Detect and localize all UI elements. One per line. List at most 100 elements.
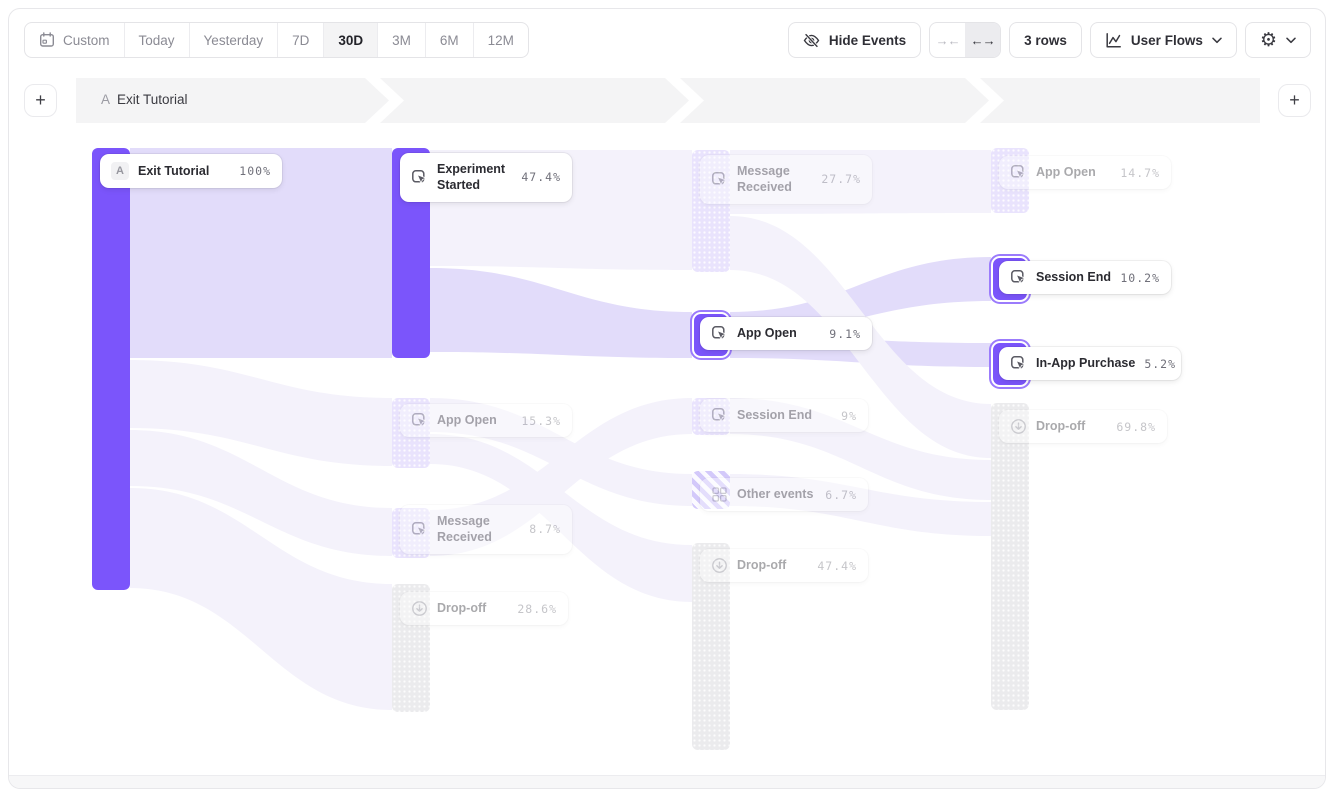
flow-node-card-other-events-step3[interactable]: Other events 6.7% — [700, 478, 868, 511]
flow-node-percentage: 15.3% — [521, 414, 561, 428]
flow-node-label: Message Received — [737, 163, 812, 196]
event-icon — [711, 171, 728, 188]
plus-icon: + — [1289, 90, 1300, 111]
gear-icon: ⚙ — [1260, 31, 1277, 50]
flow-node-card-app-open-step4[interactable]: App Open 14.7% — [999, 156, 1171, 189]
chevron-down-icon — [1286, 37, 1296, 44]
flow-node-label: Drop-off — [737, 557, 786, 573]
flow-node-label: In-App Purchase — [1036, 355, 1135, 371]
chevron-down-icon — [1212, 37, 1222, 44]
flow-node-card-drop-off-step2[interactable]: Drop-off 28.6% — [400, 592, 568, 625]
event-series-badge: A — [111, 162, 129, 180]
flows-chart-icon — [1105, 32, 1122, 49]
eye-off-icon — [803, 32, 820, 49]
date-range-7d[interactable]: 7D — [278, 23, 324, 57]
flow-node-card-drop-off-step3[interactable]: Drop-off 47.4% — [700, 549, 868, 582]
calendar-icon — [39, 32, 55, 48]
step-name: Exit Tutorial — [117, 92, 188, 107]
plus-icon: + — [35, 90, 46, 111]
flow-node-card-app-open-step3[interactable]: App Open 9.1% — [700, 317, 872, 350]
event-icon — [1010, 269, 1027, 286]
flow-node-card-message-received-step2[interactable]: Message Received 8.7% — [400, 505, 572, 554]
date-range-label: 30D — [338, 33, 363, 48]
flow-node-label: Session End — [737, 407, 812, 423]
dropoff-icon — [711, 557, 728, 574]
date-range-yesterday[interactable]: Yesterday — [190, 23, 279, 57]
hide-events-label: Hide Events — [829, 33, 906, 48]
flow-node-card-exit-tutorial[interactable]: AExit Tutorial100% — [100, 154, 282, 188]
event-icon — [1010, 164, 1027, 181]
flow-node-percentage: 69.8% — [1116, 420, 1156, 434]
date-range-label: Custom — [63, 33, 110, 48]
flow-node-card-app-open-step2[interactable]: App Open15.3% — [400, 404, 572, 437]
flow-node-percentage: 14.7% — [1120, 166, 1160, 180]
flow-node-percentage: 47.4% — [817, 559, 857, 573]
view-selector-dropdown[interactable]: User Flows — [1090, 22, 1237, 58]
event-icon — [1010, 355, 1027, 372]
flow-node-percentage: 8.7% — [529, 522, 561, 536]
flow-bar-exit-tutorial[interactable] — [92, 148, 130, 590]
expand-columns-button[interactable]: ←→ — [965, 23, 1000, 57]
date-range-label: Today — [139, 33, 175, 48]
date-range-label: Yesterday — [204, 33, 264, 48]
flow-step-header-band[interactable]: A Exit Tutorial — [76, 78, 1260, 123]
toolbar-right-tools: Hide Events →← ←→ 3 rows User Flows ⚙ — [788, 22, 1311, 58]
sankey-link-solid — [430, 268, 692, 358]
date-range-label: 3M — [392, 33, 411, 48]
date-range-label: 6M — [440, 33, 459, 48]
date-range-custom[interactable]: Custom — [25, 23, 125, 57]
flow-node-label: Message Received — [437, 513, 520, 546]
date-range-6m[interactable]: 6M — [426, 23, 474, 57]
flow-node-card-experiment-started[interactable]: Experiment Started 47.4% — [400, 153, 572, 202]
settings-dropdown[interactable]: ⚙ — [1245, 22, 1311, 58]
rows-label: 3 rows — [1024, 33, 1067, 48]
flow-node-card-in-app-purchase-step4[interactable]: In-App Purchase 5.2% — [999, 347, 1181, 380]
flow-node-label: Session End — [1036, 269, 1111, 285]
date-range-12m[interactable]: 12M — [474, 23, 528, 57]
flow-node-card-message-received-step3[interactable]: Message Received 27.7% — [700, 155, 872, 204]
flow-node-label: Other events — [737, 486, 813, 502]
flow-node-card-drop-off-step4[interactable]: Drop-off 69.8% — [999, 410, 1167, 443]
date-range-selector: Custom Today Yesterday 7D 30D 3M 6M 12M — [24, 22, 529, 58]
step-chevron-separator — [365, 78, 413, 123]
dropoff-icon — [1010, 418, 1027, 435]
date-range-3m[interactable]: 3M — [378, 23, 426, 57]
add-step-left-button[interactable]: + — [24, 84, 57, 117]
flow-node-percentage: 27.7% — [821, 172, 861, 186]
flow-node-label: Drop-off — [437, 600, 486, 616]
add-step-right-button[interactable]: + — [1278, 84, 1311, 117]
hide-events-button[interactable]: Hide Events — [788, 22, 921, 58]
flow-node-card-session-end-step4[interactable]: Session End 10.2% — [999, 261, 1171, 294]
flow-step-label: A Exit Tutorial — [101, 92, 188, 107]
rows-button[interactable]: 3 rows — [1009, 22, 1082, 58]
step-badge: A — [101, 92, 110, 107]
flow-node-percentage: 47.4% — [521, 170, 561, 184]
flow-node-percentage: 5.2% — [1144, 357, 1176, 371]
flow-node-percentage: 9% — [841, 409, 857, 423]
flow-node-percentage: 10.2% — [1120, 271, 1160, 285]
date-range-30d[interactable]: 30D — [324, 23, 378, 57]
flow-node-label: Drop-off — [1036, 418, 1085, 434]
flow-bar-drop-off-step4[interactable] — [991, 403, 1029, 710]
event-icon — [411, 412, 428, 429]
event-icon — [411, 521, 428, 538]
flow-node-label: Experiment Started — [437, 161, 512, 194]
flow-node-percentage: 28.6% — [517, 602, 557, 616]
dropoff-icon — [411, 600, 428, 617]
flow-node-percentage: 6.7% — [825, 488, 857, 502]
flow-node-percentage: 9.1% — [829, 327, 861, 341]
step-chevron-separator — [965, 78, 1013, 123]
flow-node-card-session-end-step3[interactable]: Session End 9% — [700, 399, 868, 432]
collapse-arrows-icon: →← — [936, 33, 960, 48]
step-chevron-separator — [665, 78, 713, 123]
date-range-today[interactable]: Today — [125, 23, 190, 57]
flow-node-label: App Open — [1036, 164, 1096, 180]
flow-node-label: Exit Tutorial — [138, 163, 209, 179]
collapse-columns-button[interactable]: →← — [930, 23, 965, 57]
date-range-label: 12M — [488, 33, 514, 48]
grid-icon — [711, 486, 728, 503]
width-toggle: →← ←→ — [929, 22, 1001, 58]
flow-node-label: App Open — [737, 325, 797, 341]
view-selector-label: User Flows — [1131, 33, 1203, 48]
date-range-label: 7D — [292, 33, 309, 48]
